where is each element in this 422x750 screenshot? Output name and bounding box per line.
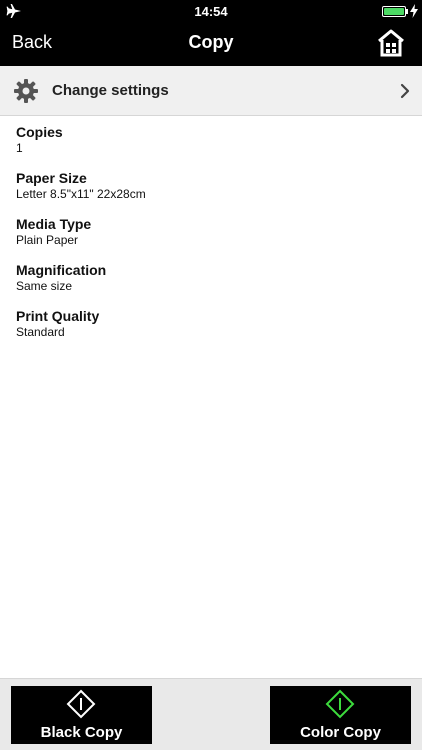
status-bar: 14:54: [0, 0, 422, 22]
setting-print-quality: Print Quality Standard: [16, 308, 406, 354]
battery-level: [384, 8, 404, 15]
color-copy-label: Color Copy: [300, 724, 381, 741]
setting-name: Paper Size: [16, 170, 87, 186]
setting-value: Standard: [16, 325, 65, 339]
bottom-toolbar: Black Copy Color Copy: [0, 678, 422, 750]
setting-copies: Copies 1: [16, 124, 406, 170]
charging-icon: [410, 4, 418, 18]
setting-magnification: Magnification Same size: [16, 262, 406, 308]
setting-name: Copies: [16, 124, 63, 140]
color-copy-button[interactable]: Color Copy: [270, 686, 411, 744]
black-copy-label: Black Copy: [40, 724, 123, 741]
battery-tip: [406, 9, 408, 14]
settings-list: Copies 1 Paper Size Letter 8.5"x11" 22x2…: [16, 124, 406, 354]
gear-icon: [14, 79, 38, 103]
battery-icon: [382, 6, 406, 17]
change-settings-row[interactable]: Change settings: [0, 66, 422, 116]
chevron-right-icon: [400, 83, 410, 99]
setting-value: Letter 8.5"x11" 22x28cm: [16, 187, 146, 201]
start-copy-icon: [66, 689, 96, 719]
setting-name: Print Quality: [16, 308, 100, 324]
setting-media-type: Media Type Plain Paper: [16, 216, 406, 262]
setting-paper-size: Paper Size Letter 8.5"x11" 22x28cm: [16, 170, 406, 216]
setting-value: Same size: [16, 279, 73, 293]
setting-value: 1: [16, 141, 23, 155]
setting-name: Magnification: [16, 262, 107, 278]
home-icon[interactable]: [376, 28, 406, 58]
status-time: 14:54: [194, 4, 228, 19]
setting-name: Media Type: [16, 216, 92, 232]
navigation-bar: Back Copy: [0, 22, 422, 66]
setting-value: Plain Paper: [16, 233, 79, 247]
start-copy-icon: [325, 689, 355, 719]
black-copy-button[interactable]: Black Copy: [11, 686, 152, 744]
change-settings-label: Change settings: [52, 82, 169, 99]
page-title: Copy: [188, 32, 234, 52]
